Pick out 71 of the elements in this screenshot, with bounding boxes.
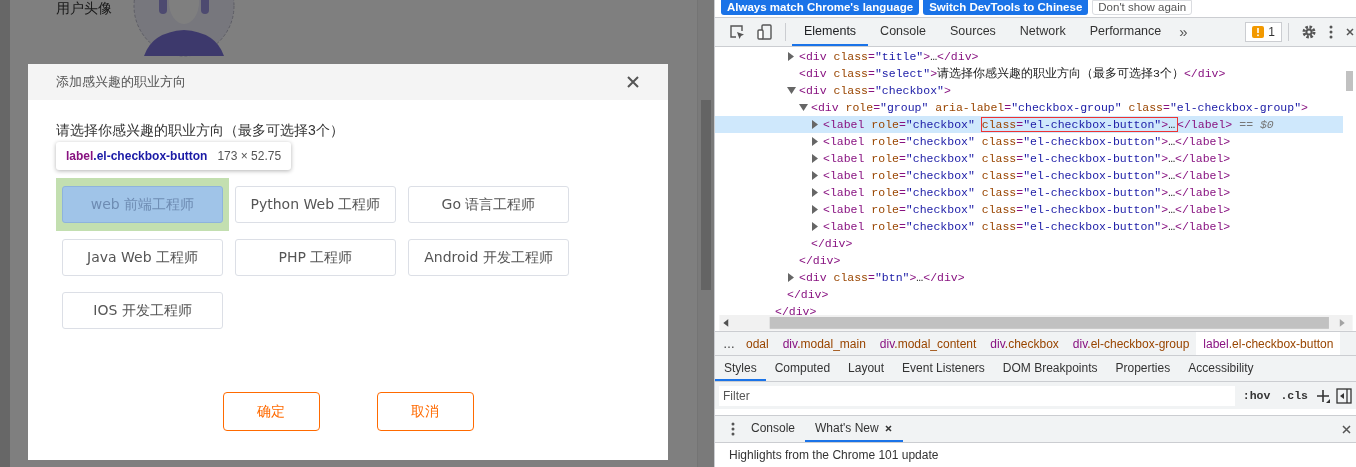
panel-tab[interactable]: Properties — [1106, 356, 1180, 382]
panel-tab[interactable]: Console — [868, 17, 938, 46]
panel-tab[interactable]: Accessibility — [1179, 356, 1263, 382]
panel-tab[interactable]: Layout — [839, 356, 894, 382]
infobar-button[interactable]: Switch DevTools to Chinese — [923, 0, 1089, 15]
dom-node-markup[interactable]: <label role="checkbox" class="el-checkbox-button">…</label> — [823, 217, 1231, 235]
close-icon[interactable] — [1345, 26, 1355, 37]
dom-node-markup[interactable]: <label role="checkbox" class="el-checkbox-button">…</label> — [823, 200, 1231, 218]
breadcrumb-item[interactable]: div.modal_main — [775, 331, 873, 356]
panel-tab[interactable]: Elements — [792, 17, 869, 46]
console-reference: == $0 — [1239, 116, 1274, 133]
drawer-text: Highlights from the Chrome 101 update — [728, 447, 940, 464]
add-icon[interactable] — [1316, 388, 1330, 403]
device-icon[interactable] — [757, 23, 773, 40]
more-tabs-button[interactable]: » — [1173, 23, 1194, 41]
dom-node-markup[interactable]: <div role="group" aria-label="checkbox-group" class="el-checkbox-group"> — [811, 98, 1308, 116]
panel-tab[interactable]: Sources — [938, 17, 1008, 46]
breadcrumb-item[interactable]: div.el-checkbox-group — [1065, 331, 1197, 356]
modal-title: 添加感兴趣的职业方向 — [56, 73, 186, 91]
warning-icon — [1252, 25, 1265, 38]
dom-node-markup[interactable]: <label role="checkbox" class="el-checkbox-button">…</label> — [823, 132, 1231, 150]
settings-icon[interactable] — [1301, 23, 1317, 40]
dom-node-markup[interactable]: <div class="select">请选择你感兴趣的职业方向（最多可选择3个）</div> — [799, 64, 1226, 82]
drawer-tab[interactable]: Console — [741, 416, 806, 442]
option-button[interactable]: Go 语言工程师 — [408, 186, 569, 223]
dom-node-markup[interactable]: </div> — [775, 302, 817, 315]
breadcrumb-item[interactable]: div.modal_content — [872, 331, 984, 356]
toolbar-button[interactable]: :hov — [1240, 389, 1273, 403]
expand-arrow-icon[interactable] — [787, 51, 796, 61]
breadcrumb-more-button[interactable]: … — [715, 336, 739, 351]
close-icon[interactable] — [1341, 423, 1352, 435]
infobar-button[interactable]: Don't show again — [1092, 0, 1193, 15]
more-icon[interactable] — [1329, 23, 1333, 40]
size-text: 173 × 52.75 — [217, 149, 282, 163]
dom-node-markup[interactable]: </div> — [799, 251, 841, 269]
close-icon[interactable] — [883, 423, 893, 433]
issues-button[interactable]: 1 — [1245, 21, 1282, 42]
dom-node-markup[interactable]: <label role="checkbox" class="el-checkbox-button">…</label> — [823, 166, 1231, 184]
option-button[interactable]: Java Web 工程师 — [62, 239, 223, 276]
panel-tab[interactable]: Computed — [765, 356, 840, 382]
dom-node-markup[interactable]: <div class="checkbox"> — [799, 81, 951, 99]
dom-node-markup[interactable]: <div class="btn">…</div> — [799, 268, 965, 286]
dom-node-markup[interactable]: </div> — [787, 285, 829, 303]
filter-field[interactable]: Filter — [719, 385, 1235, 406]
option-button[interactable]: Python Web 工程师 — [235, 186, 396, 223]
toolbar-button[interactable]: .cls — [1278, 389, 1310, 403]
infobar-button[interactable]: Always match Chrome's language — [721, 0, 920, 15]
panel-tab[interactable]: Performance — [1077, 17, 1174, 46]
avatar-label: 用户头像 — [56, 0, 112, 16]
panel-tab[interactable]: Network — [1007, 17, 1078, 46]
option-button[interactable]: PHP 工程师 — [235, 239, 396, 276]
more-icon[interactable] — [731, 422, 735, 436]
dom-node-markup[interactable]: <label role="checkbox" class="el-checkbox-button">…</label> — [823, 115, 1233, 133]
breadcrumb-item[interactable]: div.checkbox — [983, 331, 1066, 356]
breadcrumb-item[interactable]: label.el-checkbox-button — [1196, 331, 1341, 356]
close-icon[interactable] — [626, 75, 640, 89]
dom-node-markup[interactable]: <div class="title">…</div> — [799, 47, 979, 65]
breadcrumb-item[interactable]: odal — [739, 331, 776, 356]
prompt-text: 请选择你感兴趣的职业方向（最多可选择3个） — [56, 122, 345, 138]
dom-node-markup[interactable]: <label role="checkbox" class="el-checkbox-button">…</label> — [823, 183, 1231, 201]
panel-tab[interactable]: Event Listeners — [893, 356, 994, 382]
selector-text: label.el-checkbox-button — [66, 149, 208, 163]
option-button[interactable]: Android 开发工程师 — [408, 239, 569, 276]
inspect-icon[interactable] — [729, 23, 745, 40]
dom-node-markup[interactable]: </div> — [811, 234, 853, 252]
expand-arrow-icon[interactable] — [787, 272, 796, 282]
dom-node-markup[interactable]: <label role="checkbox" class="el-checkbox-button">…</label> — [823, 149, 1231, 167]
sidebar-toggle-icon[interactable] — [1336, 387, 1352, 404]
drawer-tab[interactable]: What's New — [805, 416, 903, 442]
option-button[interactable]: IOS 开发工程师 — [62, 292, 223, 329]
panel-tab[interactable]: DOM Breakpoints — [993, 356, 1107, 382]
